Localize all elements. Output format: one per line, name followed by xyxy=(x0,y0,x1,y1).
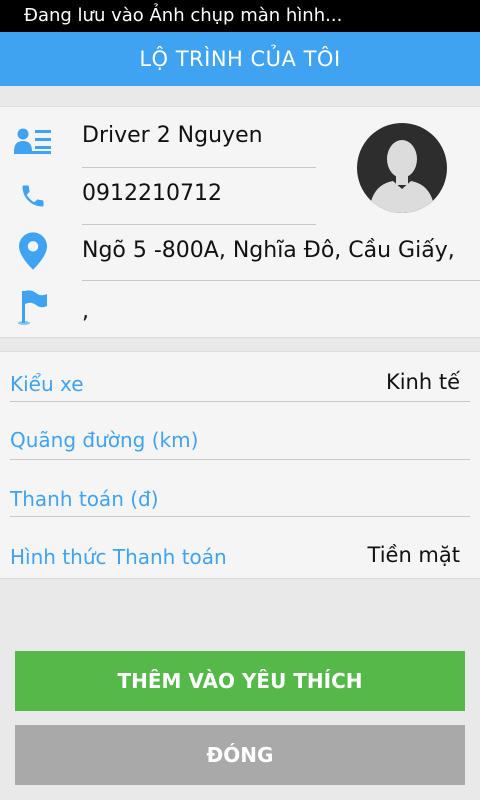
status-bar-message: Đang lưu vào Ảnh chụp màn hình... xyxy=(0,0,480,32)
payment-amount-label: Thanh toán (đ) xyxy=(10,487,159,511)
trip-details-card: Kiểu xe Kinh tế Quãng đường (km) Thanh t… xyxy=(0,351,480,579)
pickup-address: Ngõ 5 -800A, Nghĩa Đô, Cầu Giấy, xyxy=(82,238,455,263)
avatar xyxy=(357,123,447,213)
flag-icon xyxy=(14,287,52,327)
add-to-favorites-button[interactable]: THÊM VÀO YÊU THÍCH xyxy=(15,651,465,711)
close-button[interactable]: ĐÓNG xyxy=(15,725,465,785)
payment-method-label: Hình thức Thanh toán xyxy=(10,545,227,569)
contact-card-icon xyxy=(14,123,52,157)
location-pin-icon xyxy=(14,231,52,271)
user-silhouette-icon xyxy=(369,140,435,213)
divider xyxy=(82,280,480,281)
page-title: LỘ TRÌNH CỦA TÔI xyxy=(0,32,480,86)
divider xyxy=(10,401,470,402)
divider xyxy=(10,459,470,460)
driver-phone[interactable]: 0912210712 xyxy=(82,181,222,206)
vehicle-type-value: Kinh tế xyxy=(385,370,460,394)
vehicle-type-label: Kiểu xe xyxy=(10,372,84,396)
divider xyxy=(82,224,316,225)
phone-icon[interactable] xyxy=(14,179,52,213)
payment-method-value: Tiền mặt xyxy=(367,543,460,567)
divider xyxy=(82,167,316,168)
driver-info-card: Driver 2 Nguyen 0912210712 Ngõ 5 -800A, … xyxy=(0,106,480,338)
divider xyxy=(10,516,470,517)
distance-label: Quãng đường (km) xyxy=(10,428,199,452)
destination-address: , xyxy=(82,299,89,324)
driver-name: Driver 2 Nguyen xyxy=(82,123,263,148)
